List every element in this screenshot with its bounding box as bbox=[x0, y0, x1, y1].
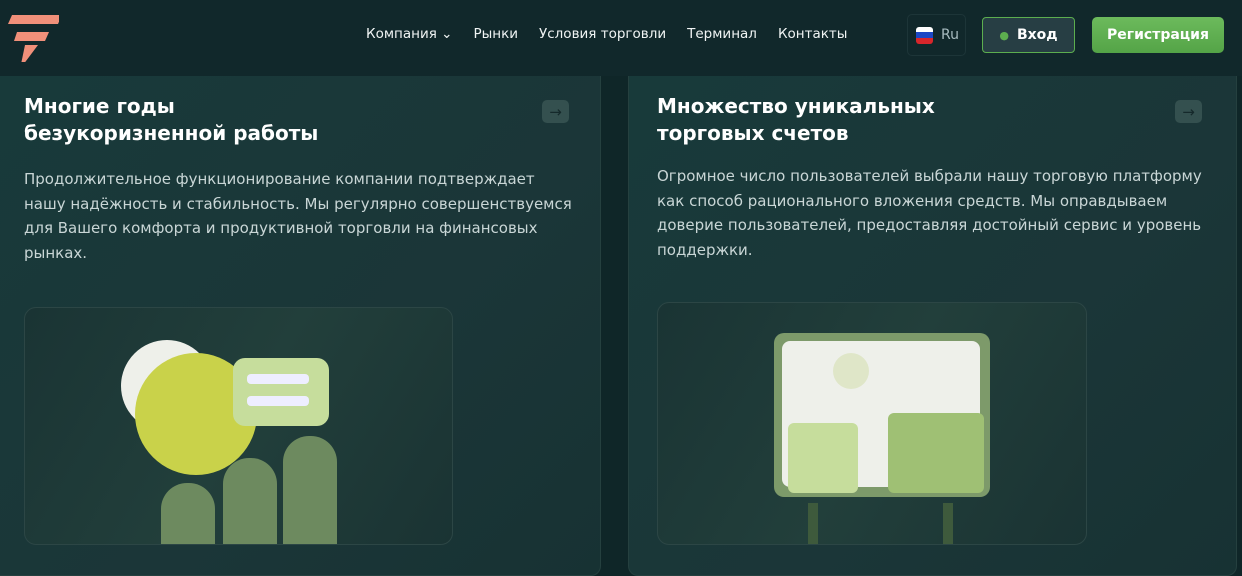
nav-contacts[interactable]: Контакты bbox=[778, 26, 847, 42]
nav-company[interactable]: Компания ⌄ bbox=[366, 26, 452, 42]
login-button[interactable]: ● Вход bbox=[982, 17, 1075, 53]
card-text: Продолжительное функционирование компани… bbox=[24, 170, 572, 262]
feature-card-experience: Многие годы безукоризненной работы → Прод… bbox=[0, 76, 601, 576]
card-title: Многие годы безукоризненной работы bbox=[24, 94, 319, 145]
nav-label: Компания bbox=[366, 26, 437, 42]
nav-markets[interactable]: Рынки bbox=[473, 26, 518, 42]
arrow-right-icon[interactable]: → bbox=[1175, 100, 1202, 123]
main-nav: Компания ⌄ Рынки Условия торговли Термин… bbox=[366, 26, 847, 42]
header: Компания ⌄ Рынки Условия торговли Термин… bbox=[0, 0, 1242, 76]
russia-flag-icon bbox=[916, 26, 933, 44]
card-text: Огромное число пользователей выбрали наш… bbox=[657, 167, 1202, 259]
language-label: Ru bbox=[941, 27, 959, 43]
language-selector[interactable]: Ru bbox=[907, 14, 966, 56]
feature-card-accounts: Множество уникальных торговых счетов → Ог… bbox=[628, 76, 1237, 576]
logo[interactable] bbox=[5, 7, 59, 62]
register-button[interactable]: Регистрация bbox=[1092, 17, 1224, 53]
user-icon: ● bbox=[999, 28, 1009, 42]
presentation-board-illustration bbox=[657, 302, 1087, 545]
nav-trading-conditions[interactable]: Условия торговли bbox=[539, 26, 666, 42]
arrow-right-icon[interactable]: → bbox=[542, 100, 569, 123]
nav-terminal[interactable]: Терминал bbox=[687, 26, 757, 42]
chart-illustration bbox=[24, 307, 453, 545]
chevron-down-icon: ⌄ bbox=[441, 26, 453, 42]
login-label: Вход bbox=[1016, 27, 1058, 43]
card-title: Множество уникальных торговых счетов bbox=[657, 94, 935, 145]
